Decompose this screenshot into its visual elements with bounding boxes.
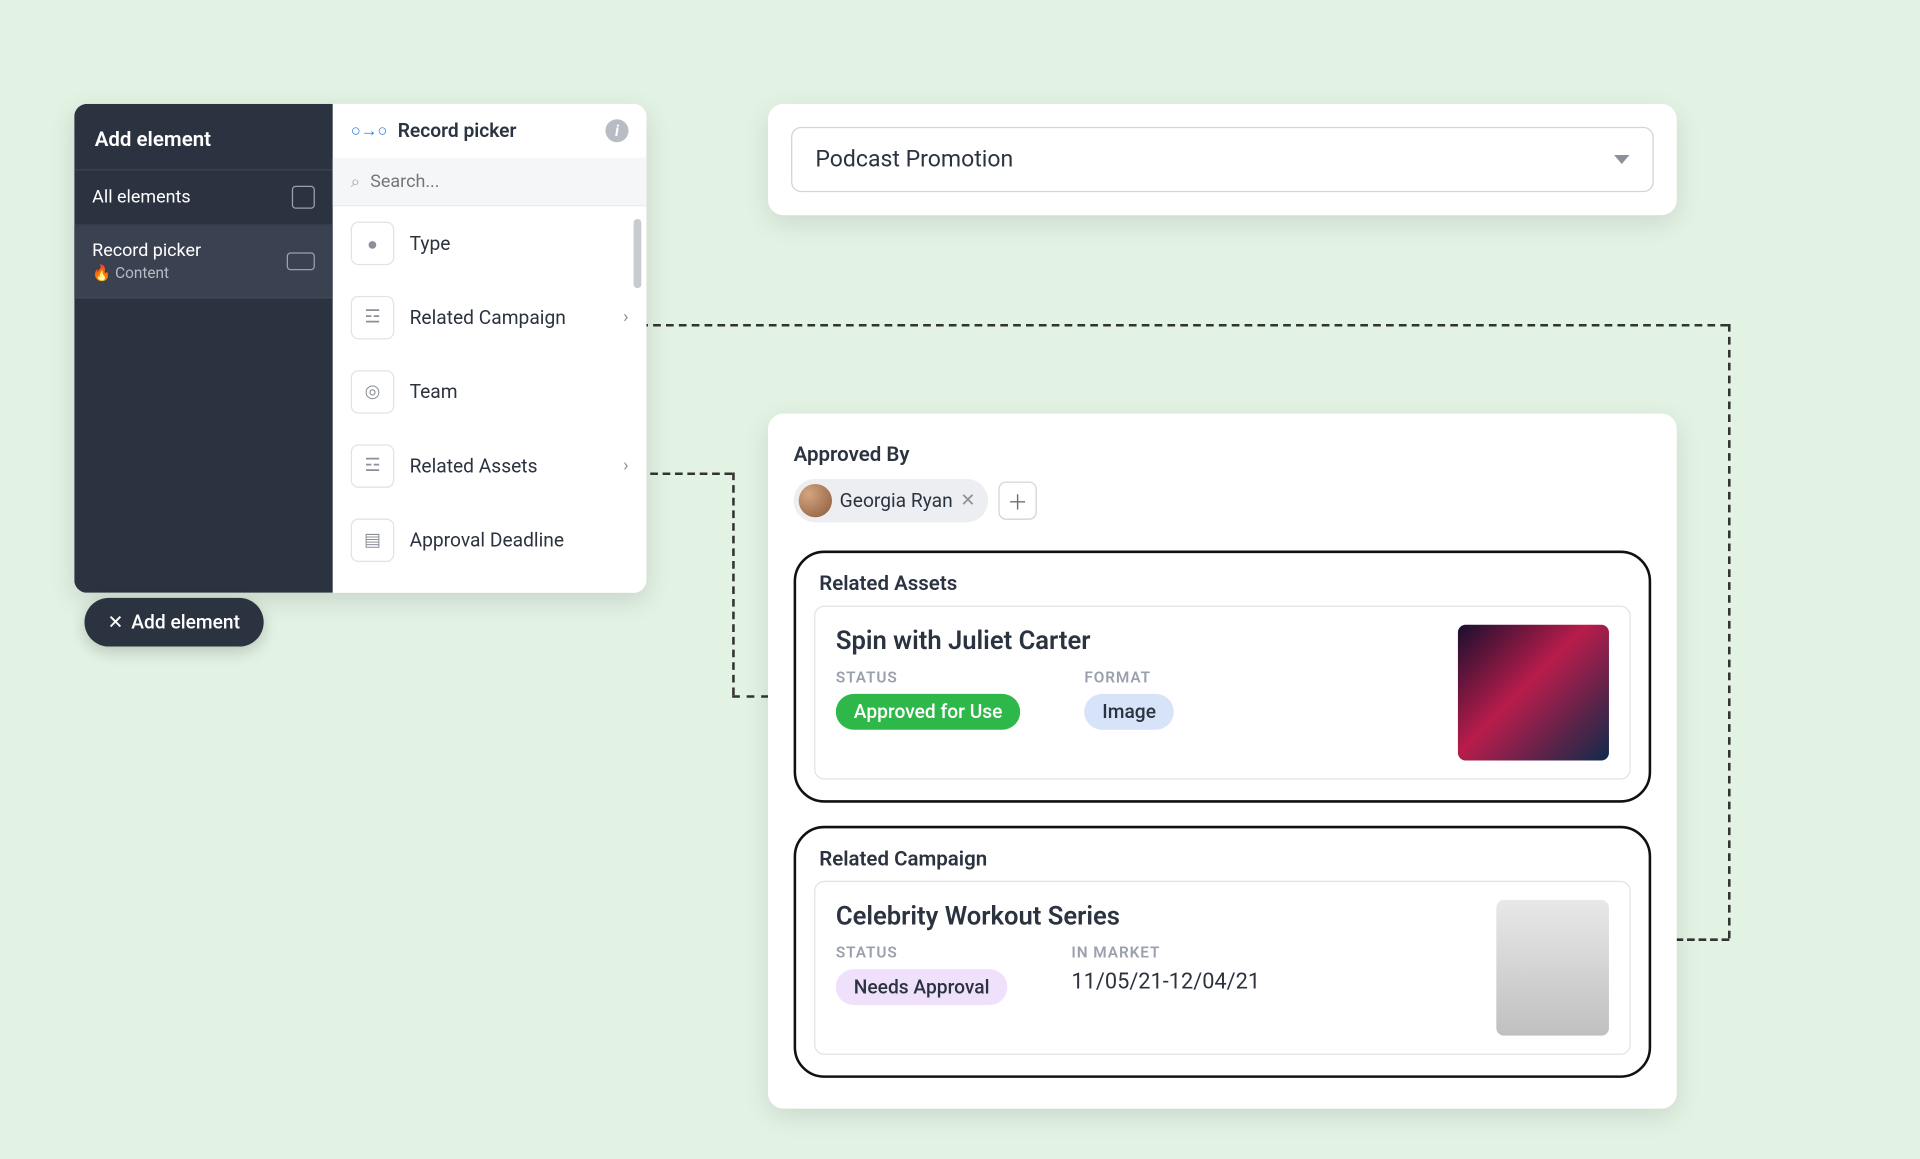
add-element-label: Add element — [131, 610, 240, 633]
campaign-title: Celebrity Workout Series — [836, 900, 1479, 931]
picker-column: ○→○ Record picker i ⌕ ● Type ☲ — [333, 103, 647, 592]
bullet-icon: ● — [351, 221, 395, 265]
record-picker-icon — [287, 252, 315, 270]
field-label: Type — [410, 231, 451, 254]
asset-thumbnail — [1458, 624, 1609, 760]
avatar — [799, 484, 832, 517]
picker-header: ○→○ Record picker i — [333, 103, 647, 158]
field-related-assets[interactable]: ☲ Related Assets › — [333, 428, 647, 502]
info-icon[interactable]: i — [605, 119, 628, 142]
campaign-thumbnail — [1496, 900, 1609, 1036]
status-badge: Needs Approval — [836, 969, 1008, 1005]
asset-status-label: STATUS — [836, 668, 1021, 686]
chevron-right-icon: › — [623, 307, 628, 327]
sidebar-title: Add element — [74, 103, 333, 170]
status-badge: Approved for Use — [836, 693, 1021, 729]
plus-icon: ＋ — [1007, 485, 1028, 516]
field-type[interactable]: ● Type — [333, 206, 647, 280]
picker-title: Record picker — [398, 119, 517, 142]
related-assets-heading: Related Assets — [819, 571, 1631, 595]
asset-title: Spin with Juliet Carter — [836, 624, 1440, 655]
field-label: Team — [410, 380, 458, 403]
fingerprint-icon: ◎ — [351, 370, 395, 414]
add-person-button[interactable]: ＋ — [998, 481, 1036, 519]
close-icon: ✕ — [108, 610, 124, 633]
field-label: Related Assets — [410, 454, 538, 477]
related-campaign-section: Related Campaign Celebrity Workout Serie… — [794, 825, 1652, 1077]
sliders-icon: ☲ — [351, 295, 395, 339]
campaign-status-label: STATUS — [836, 943, 1008, 961]
element-config-panel: Add element All elements Record picker 🔥… — [74, 103, 646, 592]
campaign-market-label: IN MARKET — [1071, 943, 1260, 961]
element-sidebar: Add element All elements Record picker 🔥… — [74, 103, 333, 592]
field-approval-deadline[interactable]: ▤ Approval Deadline — [333, 503, 647, 577]
record-detail-card: Approved By Georgia Ryan ✕ ＋ Related Ass… — [768, 413, 1677, 1108]
campaign-market-value: 11/05/21-12/04/21 — [1071, 969, 1260, 995]
remove-chip-icon[interactable]: ✕ — [960, 490, 975, 510]
format-badge: Image — [1084, 693, 1174, 729]
add-element-button[interactable]: ✕ Add element — [84, 597, 263, 646]
record-select-value: Podcast Promotion — [815, 146, 1013, 173]
person-chip[interactable]: Georgia Ryan ✕ — [794, 478, 989, 522]
asset-item[interactable]: Spin with Juliet Carter STATUS Approved … — [814, 605, 1631, 779]
picker-search[interactable]: ⌕ — [333, 158, 647, 205]
related-campaign-heading: Related Campaign — [819, 846, 1631, 870]
chain-icon: ○→○ — [351, 120, 388, 140]
related-assets-section: Related Assets Spin with Juliet Carter S… — [794, 550, 1652, 802]
field-related-campaign[interactable]: ☲ Related Campaign › — [333, 280, 647, 354]
sidebar-record-picker[interactable]: Record picker 🔥 Content — [74, 225, 333, 298]
asset-format-label: FORMAT — [1084, 668, 1174, 686]
approved-by-label: Approved By — [794, 441, 1652, 465]
scrollbar-thumb[interactable] — [634, 219, 642, 288]
sliders-icon: ☲ — [351, 444, 395, 488]
calendar-icon: ▤ — [351, 518, 395, 562]
caret-down-icon — [1614, 155, 1629, 164]
field-label: Approval Deadline — [410, 528, 564, 551]
person-name: Georgia Ryan — [840, 489, 953, 512]
field-team[interactable]: ◎ Team — [333, 354, 647, 428]
chevron-right-icon: › — [623, 455, 628, 475]
record-select-card: Podcast Promotion — [768, 103, 1677, 214]
layers-icon — [292, 185, 315, 208]
field-label: Related Campaign — [410, 306, 566, 329]
search-icon: ⌕ — [351, 172, 360, 191]
sidebar-all-elements[interactable]: All elements — [74, 170, 333, 225]
field-list: ● Type ☲ Related Campaign › ◎ Team ☲ R — [333, 206, 647, 577]
record-select[interactable]: Podcast Promotion — [791, 126, 1654, 191]
campaign-item[interactable]: Celebrity Workout Series STATUS Needs Ap… — [814, 880, 1631, 1054]
sidebar-picked-sub: 🔥 Content — [92, 263, 201, 281]
sidebar-all-label: All elements — [92, 187, 190, 207]
search-input[interactable] — [370, 171, 628, 191]
sidebar-picked-name: Record picker — [92, 240, 201, 260]
